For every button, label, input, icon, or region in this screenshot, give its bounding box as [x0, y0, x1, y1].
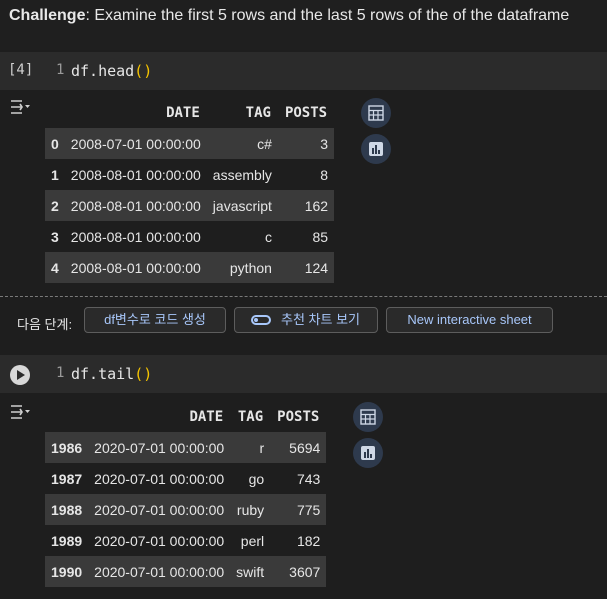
toggle-icon	[251, 315, 271, 325]
column-header-posts: POSTS	[277, 408, 320, 425]
challenge-text-cell: Challenge: Examine the first 5 rows and …	[0, 0, 607, 50]
cell-posts: 5694	[270, 432, 327, 463]
bar-chart-icon	[369, 142, 383, 156]
code-parens: ()	[134, 365, 153, 383]
cell-date: 2020-07-01 00:00:00	[88, 494, 231, 525]
table-row: 2 2008-08-01 00:00:00 javascript 162	[45, 190, 335, 221]
execution-count[interactable]: [4]	[8, 62, 33, 78]
play-icon[interactable]	[10, 365, 30, 385]
row-index: 1986	[45, 432, 89, 463]
cell-tag: assembly	[212, 166, 272, 183]
cell-tag: r	[230, 432, 271, 463]
cell-posts: 182	[296, 532, 321, 549]
code-text: df.tail	[71, 365, 135, 383]
cell-posts: 3607	[270, 556, 327, 587]
cell-tag: javascript	[206, 190, 278, 221]
cell-posts: 775	[270, 494, 327, 525]
column-header-date: DATE	[189, 408, 224, 425]
cell-posts: 85	[312, 228, 329, 245]
line-number: 1	[56, 62, 65, 78]
cell-posts: 743	[296, 470, 321, 487]
code-cell-tail[interactable]: 1 df.tail()	[0, 355, 607, 393]
recommended-charts-label: 추천 차트 보기	[281, 312, 360, 327]
row-index: 0	[45, 128, 65, 159]
cell-tag: c#	[206, 128, 278, 159]
code-line[interactable]: df.head()	[71, 62, 152, 80]
table-row: 4 2008-08-01 00:00:00 python 124	[45, 252, 335, 283]
new-interactive-sheet-button[interactable]: New interactive sheet	[386, 307, 553, 333]
cell-posts: 124	[277, 252, 335, 283]
cell-divider	[0, 296, 607, 297]
dataframe-output-tail: DATE TAG POSTS 1986 2020-07-01 00:00:00 …	[45, 401, 327, 587]
cell-date: 2020-07-01 00:00:00	[88, 556, 231, 587]
cell-tag: go	[248, 470, 265, 487]
table-icon	[360, 409, 376, 425]
cell-date: 2008-08-01 00:00:00	[64, 252, 207, 283]
cell-date: 2020-07-01 00:00:00	[94, 532, 225, 549]
cell-date: 2008-07-01 00:00:00	[64, 128, 207, 159]
cell-date: 2008-08-01 00:00:00	[64, 190, 207, 221]
column-header-tag: TAG	[245, 104, 271, 121]
bar-chart-icon	[361, 446, 375, 460]
column-header-index	[45, 97, 65, 128]
table-row: 1 2008-08-01 00:00:00 assembly 8	[45, 159, 334, 190]
dataframe-output-head: DATE TAG POSTS 0 2008-07-01 00:00:00 c# …	[45, 97, 335, 283]
next-steps-label: 다음 단계:	[17, 317, 73, 332]
cell-posts: 162	[277, 190, 335, 221]
table-row: 1990 2020-07-01 00:00:00 swift 3607	[45, 556, 327, 587]
table-header-row: DATE TAG POSTS	[45, 97, 334, 128]
row-index: 3	[51, 228, 59, 245]
column-header-posts: POSTS	[284, 104, 328, 121]
row-index: 1990	[45, 556, 89, 587]
row-index: 1988	[45, 494, 89, 525]
recommended-charts-button[interactable]: 추천 차트 보기	[234, 307, 378, 333]
suggest-charts-button[interactable]	[361, 134, 391, 164]
cell-tag: ruby	[230, 494, 271, 525]
challenge-description: : Examine the first 5 rows and the last …	[85, 7, 570, 24]
table-row: 3 2008-08-01 00:00:00 c 85	[45, 221, 334, 252]
column-header-index	[45, 401, 88, 432]
line-number: 1	[56, 365, 65, 381]
next-steps-bar: 다음 단계: df변수로 코드 생성 추천 차트 보기 New interact…	[0, 306, 607, 338]
table-row: 0 2008-07-01 00:00:00 c# 3	[45, 128, 335, 159]
row-index: 2	[45, 190, 65, 221]
cell-tag: python	[206, 252, 278, 283]
challenge-label: Challenge	[9, 7, 86, 24]
cell-date: 2020-07-01 00:00:00	[94, 470, 225, 487]
generate-code-button[interactable]: df변수로 코드 생성	[84, 307, 226, 333]
row-index: 4	[45, 252, 65, 283]
cell-tag: c	[264, 228, 272, 245]
code-text: df.head	[71, 62, 135, 80]
table-icon	[368, 105, 384, 121]
row-index: 1	[51, 166, 59, 183]
table-view-button[interactable]	[353, 402, 383, 432]
column-header-date: DATE	[166, 104, 200, 121]
row-index: 1989	[51, 532, 83, 549]
cell-date: 2020-07-01 00:00:00	[88, 432, 231, 463]
code-line[interactable]: df.tail()	[71, 365, 152, 383]
cell-posts: 8	[320, 166, 329, 183]
challenge-paragraph: Challenge: Examine the first 5 rows and …	[9, 7, 569, 25]
column-header-tag: TAG	[237, 408, 264, 425]
table-row: 1988 2020-07-01 00:00:00 ruby 775	[45, 494, 327, 525]
code-parens: ()	[134, 62, 153, 80]
cell-tag: swift	[230, 556, 271, 587]
code-cell-head[interactable]: [4] 1 df.head()	[0, 52, 607, 90]
row-index: 1987	[51, 470, 83, 487]
cell-date: 2008-08-01 00:00:00	[70, 228, 201, 245]
table-row: 1986 2020-07-01 00:00:00 r 5694	[45, 432, 327, 463]
cell-tag: perl	[240, 532, 265, 549]
table-row: 1987 2020-07-01 00:00:00 go 743	[45, 463, 326, 494]
table-row: 1989 2020-07-01 00:00:00 perl 182	[45, 525, 326, 556]
output-settings-icon[interactable]	[9, 402, 31, 422]
output-settings-icon[interactable]	[9, 97, 31, 117]
table-header-row: DATE TAG POSTS	[45, 401, 326, 432]
cell-date: 2008-08-01 00:00:00	[70, 166, 201, 183]
table-view-button[interactable]	[361, 98, 391, 128]
suggest-charts-button[interactable]	[353, 438, 383, 468]
cell-posts: 3	[277, 128, 335, 159]
